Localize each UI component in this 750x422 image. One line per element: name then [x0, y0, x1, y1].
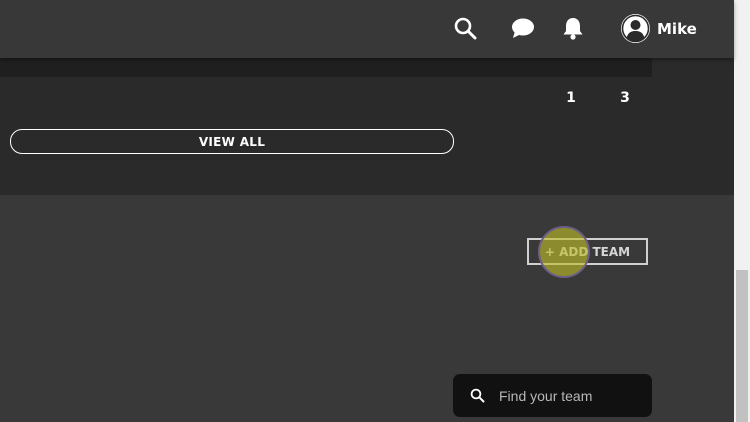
team-search-input[interactable] — [497, 386, 651, 405]
page: 1 2 1 3 VIEW ALL — [0, 0, 750, 422]
search-icon[interactable] — [451, 14, 479, 42]
username-label: Mike — [657, 19, 697, 38]
add-team-button[interactable]: + ADD TEAM — [527, 238, 648, 265]
standings-cell-2: 3 — [620, 90, 630, 106]
chat-icon[interactable] — [509, 14, 537, 42]
view-all-button[interactable]: VIEW ALL — [10, 129, 454, 154]
scrollbar-thumb[interactable] — [736, 270, 748, 422]
search-icon — [469, 388, 485, 404]
bell-icon[interactable] — [559, 14, 587, 42]
team-search-box — [453, 374, 652, 417]
top-navigation-bar: Mike — [0, 0, 734, 58]
user-menu[interactable]: Mike — [621, 13, 697, 44]
user-avatar-icon — [621, 14, 650, 43]
standings-cell-1: 1 — [566, 90, 576, 106]
